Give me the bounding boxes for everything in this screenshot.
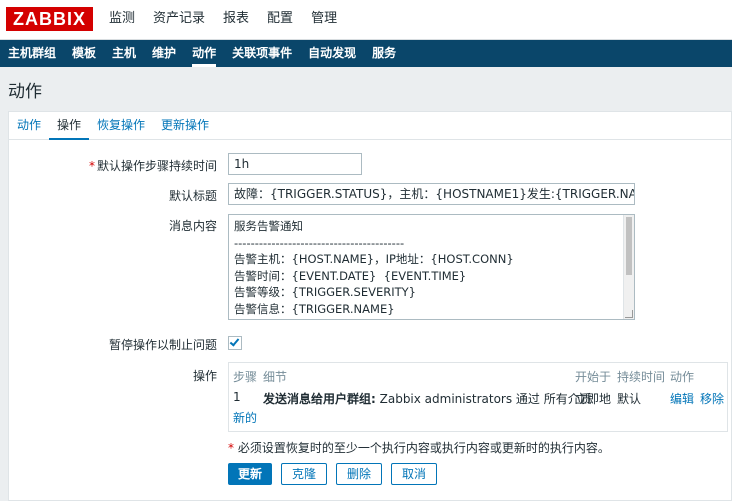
update-button[interactable]: 更新 <box>228 463 272 485</box>
subject-label: 默认标题 <box>168 189 217 203</box>
sub-menu-discovery[interactable]: 自动发现 <box>300 40 364 67</box>
col-step-header: 步骤 <box>233 370 258 384</box>
col-duration-header: 持续时间 <box>617 370 666 384</box>
message-scrollbar[interactable] <box>623 215 634 319</box>
form-tabs: 动作 操作 恢复操作 更新操作 <box>9 112 732 140</box>
new-operation-link[interactable]: 新的 <box>233 409 257 426</box>
page-header: 动作 <box>0 67 732 107</box>
tab-action[interactable]: 动作 <box>9 112 49 139</box>
top-bar: ZABBIX 监测 资产记录 报表 配置 管理 <box>0 0 732 40</box>
tab-operations[interactable]: 操作 <box>49 112 90 140</box>
zabbix-logo[interactable]: ZABBIX <box>6 7 93 31</box>
main-menu-configuration[interactable]: 配置 <box>258 0 302 40</box>
col-details-header: 细节 <box>263 370 288 384</box>
required-star: * <box>88 159 95 173</box>
col-action-header: 动作 <box>670 370 695 384</box>
message-line: ----------------------------------------… <box>234 235 405 250</box>
cancel-button[interactable]: 取消 <box>391 463 437 485</box>
step-duration-input[interactable]: 1h <box>228 153 362 175</box>
col-start-header: 开始于 <box>575 370 612 384</box>
edit-link[interactable]: 编辑 <box>670 390 694 407</box>
main-menu: 监测 资产记录 报表 配置 管理 <box>100 0 346 40</box>
sub-menu: 主机群组 模板 主机 维护 动作 关联项事件 自动发现 服务 <box>0 40 732 67</box>
scrollbar-thumb[interactable] <box>626 217 632 275</box>
message-text: 服务告警通知 ----------------------------------… <box>229 215 634 319</box>
step-duration-label: * 默认操作步骤持续时间 <box>88 159 217 173</box>
pause-checkbox[interactable] <box>228 336 242 350</box>
pause-label: 暂停操作以制止问题 <box>108 338 217 352</box>
remove-link[interactable]: 移除 <box>700 390 724 407</box>
message-line: 告警主机：{HOST.NAME}，IP地址：{HOST.CONN} <box>234 252 514 266</box>
sub-menu-actions[interactable]: 动作 <box>184 40 224 67</box>
sub-menu-event-correlation[interactable]: 关联项事件 <box>224 40 300 67</box>
row-start: 立即地 <box>575 392 612 406</box>
message-line: 告警时间：{EVENT.DATE} {EVENT.TIME} <box>234 268 467 283</box>
sub-menu-services[interactable]: 服务 <box>364 40 404 67</box>
page-title: 动作 <box>8 82 42 102</box>
sub-menu-host-groups[interactable]: 主机群组 <box>0 40 64 67</box>
subject-input[interactable]: 故障：{TRIGGER.STATUS}，主机：{HOSTNAME1}发生:{TR… <box>228 183 635 205</box>
sub-menu-hosts[interactable]: 主机 <box>104 40 144 67</box>
message-line: 告警等级：{TRIGGER.SEVERITY} <box>234 285 416 299</box>
checkmark-icon <box>229 336 240 347</box>
resize-handle-icon[interactable] <box>625 310 633 318</box>
operations-label: 操作 <box>192 369 217 383</box>
message-line: 告警信息：{TRIGGER.NAME} <box>234 301 395 316</box>
row-details: 发送消息给用户群组: Zabbix administrators 通过 所有介质 <box>263 392 592 406</box>
operations-table: 步骤 细节 开始于 持续时间 动作 1 发送消息给用户群组: Zabbix ad… <box>228 362 728 432</box>
delete-button[interactable]: 删除 <box>336 463 382 485</box>
sub-menu-maintenance[interactable]: 维护 <box>144 40 184 67</box>
main-menu-administration[interactable]: 管理 <box>302 0 346 40</box>
form-container: 动作 操作 恢复操作 更新操作 * 默认操作步骤持续时间 1h 默认标题 故障：{… <box>8 111 732 501</box>
message-label: 消息内容 <box>168 219 217 233</box>
clone-button[interactable]: 克隆 <box>281 463 327 485</box>
requirement-note: * 必须设置恢复时的至少一个执行内容或执行内容或更新时的执行内容。 <box>228 441 610 455</box>
message-textarea[interactable]: 服务告警通知 ----------------------------------… <box>228 214 635 320</box>
message-line: 服务告警通知 <box>234 219 303 233</box>
row-step: 1 <box>233 390 241 404</box>
main-menu-monitoring[interactable]: 监测 <box>100 0 144 40</box>
main-menu-reports[interactable]: 报表 <box>214 0 258 40</box>
main-menu-inventory[interactable]: 资产记录 <box>144 0 214 40</box>
row-duration: 默认 <box>617 392 642 406</box>
message-line: 告警项目：{TRIGGER.KEY1} <box>234 317 629 319</box>
sub-menu-templates[interactable]: 模板 <box>64 40 104 67</box>
tab-recovery-operations[interactable]: 恢复操作 <box>89 112 153 139</box>
tab-update-operations[interactable]: 更新操作 <box>153 112 217 139</box>
